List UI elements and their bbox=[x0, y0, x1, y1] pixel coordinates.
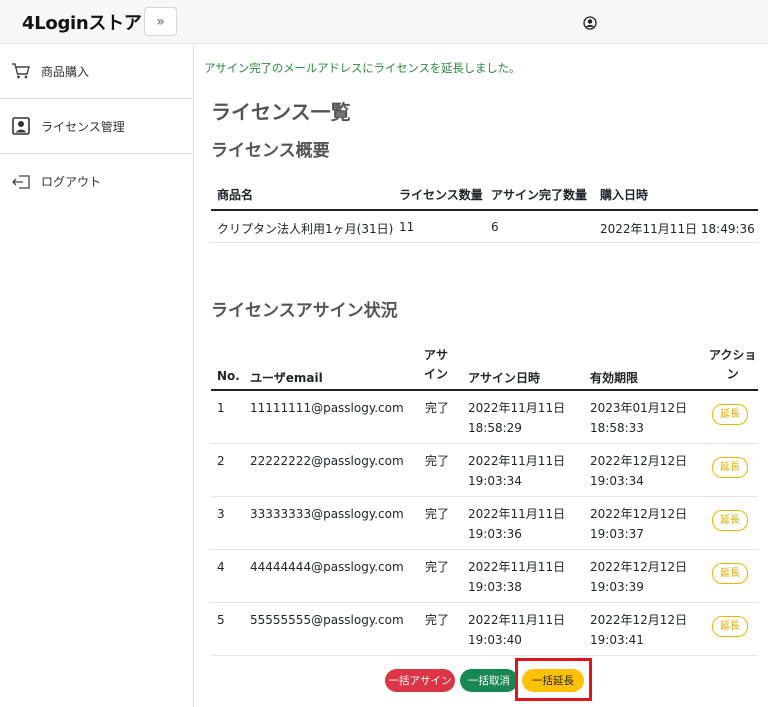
main-content: アサイン完了のメールアドレスにライセンスを延長しました。 ライセンス一覧 ライセ… bbox=[195, 44, 768, 707]
sidebar-item-label: ライセンス管理 bbox=[41, 119, 125, 134]
table-row: 3 33333333@passlogy.com 完了 2022年11月11日 19… bbox=[211, 497, 758, 550]
expiry-datetime: 2022年12月12日 19:03:34 bbox=[590, 454, 688, 488]
assign-datetime: 2022年11月11日 18:58:29 bbox=[468, 401, 566, 435]
expiry-datetime: 2022年12月12日 19:03:37 bbox=[590, 507, 688, 541]
sidebar-toggle-button[interactable]: » bbox=[144, 7, 177, 36]
table-row: 1 11111111@passlogy.com 完了 2022年11月11日 18… bbox=[211, 391, 758, 444]
user-email: 11111111@passlogy.com bbox=[250, 401, 404, 415]
renew-button[interactable]: 延長 bbox=[712, 563, 748, 584]
table-row: 4 44444444@passlogy.com 完了 2022年11月11日 19… bbox=[211, 550, 758, 603]
assign-status: 完了 bbox=[425, 507, 450, 521]
sidebar-item-license-management[interactable]: ライセンス管理 bbox=[0, 99, 193, 154]
table-row: クリプタン法人利用1ヶ月(31日) 11 6 2022年11月11日 18:49… bbox=[211, 211, 758, 243]
highlight-box bbox=[515, 658, 592, 701]
chevron-double-right-icon: » bbox=[156, 13, 165, 30]
expiry-datetime: 2022年12月12日 19:03:41 bbox=[590, 613, 688, 647]
renew-button[interactable]: 延長 bbox=[712, 457, 748, 478]
assign-datetime: 2022年11月11日 19:03:38 bbox=[468, 560, 566, 594]
sidebar-item-label: ログアウト bbox=[41, 175, 102, 189]
cart-icon bbox=[11, 61, 31, 81]
user-email: 44444444@passlogy.com bbox=[250, 560, 404, 574]
column-header-assign: アサ イン bbox=[424, 348, 449, 381]
sidebar: 商品購入 ライセンス管理 ログアウト bbox=[0, 44, 194, 707]
user-email: 22222222@passlogy.com bbox=[250, 454, 404, 468]
row-no: 4 bbox=[217, 560, 225, 574]
table-header-row: No. ユーザemail アサ イン アサイン日時 有効期限 アクション bbox=[211, 340, 758, 391]
column-header-action: アクション bbox=[709, 348, 757, 381]
person-badge-icon bbox=[11, 116, 31, 136]
assigned-qty: 6 bbox=[491, 220, 499, 234]
row-no: 2 bbox=[217, 454, 225, 468]
assign-status: 完了 bbox=[425, 454, 450, 468]
assign-datetime: 2022年11月11日 19:03:36 bbox=[468, 507, 566, 541]
brand-logo[interactable]: 4Loginストア bbox=[22, 9, 142, 35]
sidebar-item-purchase[interactable]: 商品購入 bbox=[0, 44, 193, 99]
row-no: 5 bbox=[217, 613, 225, 627]
user-email: 55555555@passlogy.com bbox=[250, 613, 404, 627]
logout-icon bbox=[11, 172, 31, 192]
column-header-license-qty: ライセンス数量 bbox=[399, 188, 483, 202]
renew-button[interactable]: 延長 bbox=[712, 510, 748, 531]
page-title: ライセンス一覧 bbox=[211, 100, 351, 124]
column-header-email: ユーザemail bbox=[250, 371, 323, 385]
assign-datetime: 2022年11月11日 19:03:40 bbox=[468, 613, 566, 647]
bulk-assign-button[interactable]: 一括アサイン bbox=[385, 669, 455, 692]
user-email: 33333333@passlogy.com bbox=[250, 507, 404, 521]
expiry-datetime: 2023年01月12日 18:58:33 bbox=[590, 401, 688, 435]
column-header-assign-date: アサイン日時 bbox=[468, 371, 541, 385]
table-row: 5 55555555@passlogy.com 完了 2022年11月11日 19… bbox=[211, 603, 758, 656]
renew-button[interactable]: 延長 bbox=[712, 404, 748, 425]
assign-status: 完了 bbox=[425, 613, 450, 627]
column-header-no: No. bbox=[217, 369, 240, 383]
bulk-cancel-button[interactable]: 一括取消 bbox=[460, 669, 518, 692]
product-name: クリプタン法人利用1ヶ月(31日) bbox=[217, 222, 394, 236]
sidebar-item-label: 商品購入 bbox=[41, 64, 90, 79]
assign-status-section-title: ライセンスアサイン状況 bbox=[211, 301, 398, 321]
column-header-product: 商品名 bbox=[217, 188, 254, 202]
column-header-purchase-date: 購入日時 bbox=[600, 188, 649, 202]
purchase-date: 2022年11月11日 18:49:36 bbox=[600, 222, 755, 236]
assign-status: 完了 bbox=[425, 560, 450, 574]
row-no: 1 bbox=[217, 401, 225, 415]
table-header-row: 商品名 ライセンス数量 アサイン完了数量 購入日時 bbox=[211, 174, 758, 211]
success-message: アサイン完了のメールアドレスにライセンスを延長しました。 bbox=[204, 61, 521, 75]
top-navbar: 4Loginストア » bbox=[0, 0, 768, 44]
license-assign-status-table: No. ユーザemail アサ イン アサイン日時 有効期限 アクション 1 11… bbox=[211, 340, 758, 656]
column-header-assigned-qty: アサイン完了数量 bbox=[491, 188, 588, 202]
assign-datetime: 2022年11月11日 19:03:34 bbox=[468, 454, 566, 488]
table-row: 2 22222222@passlogy.com 完了 2022年11月11日 19… bbox=[211, 444, 758, 497]
license-summary-table: 商品名 ライセンス数量 アサイン完了数量 購入日時 クリプタン法人利用1ヶ月(3… bbox=[211, 174, 758, 243]
column-header-expiry: 有効期限 bbox=[590, 371, 639, 385]
row-no: 3 bbox=[217, 507, 225, 521]
assign-status: 完了 bbox=[425, 401, 450, 415]
sidebar-item-logout[interactable]: ログアウト bbox=[0, 154, 193, 209]
license-qty: 11 bbox=[399, 220, 415, 234]
summary-section-title: ライセンス概要 bbox=[211, 141, 330, 161]
renew-button[interactable]: 延長 bbox=[712, 616, 748, 637]
user-circle-icon[interactable] bbox=[583, 15, 597, 30]
expiry-datetime: 2022年12月12日 19:03:39 bbox=[590, 560, 688, 594]
